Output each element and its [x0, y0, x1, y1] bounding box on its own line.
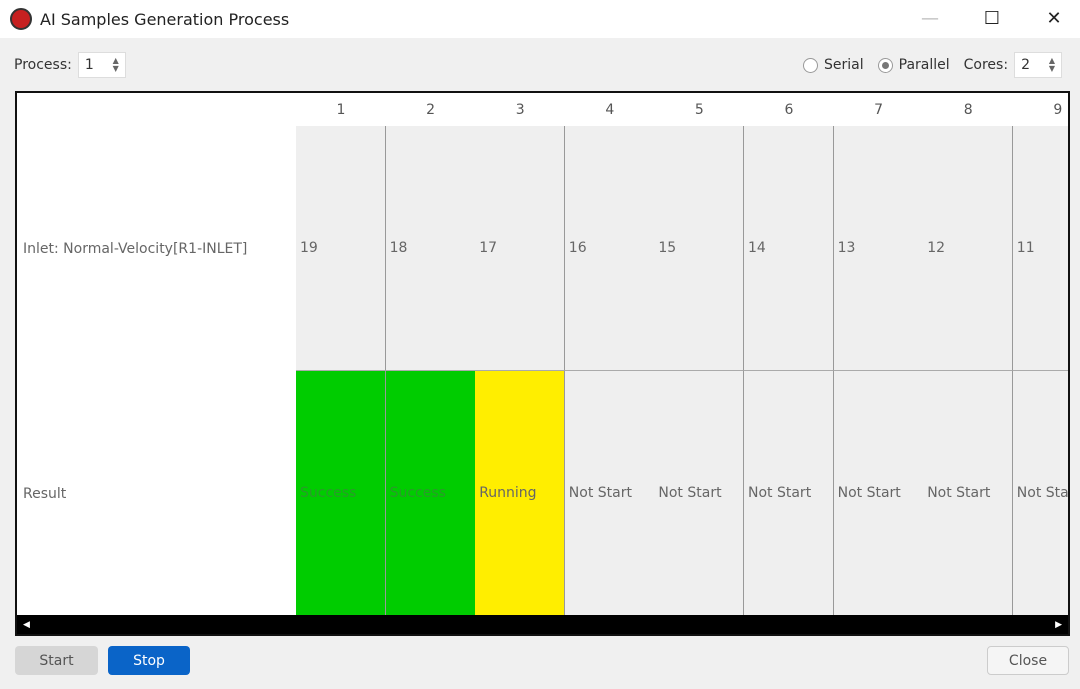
- process-spinbox[interactable]: 1 ▲ ▼: [77, 52, 126, 78]
- inlet-cell[interactable]: 15: [654, 126, 745, 371]
- row-label-result: Result: [23, 486, 67, 502]
- title-bar: AI Samples Generation Process — ☐ ✕: [0, 0, 1080, 38]
- result-cell[interactable]: Success: [385, 371, 476, 616]
- scroll-right-icon[interactable]: ▶: [1055, 620, 1062, 630]
- grid-column: 8 12 Not Start: [923, 93, 1014, 616]
- app-logo: [10, 8, 32, 30]
- serial-radio[interactable]: [803, 57, 818, 73]
- inlet-cell[interactable]: 13: [833, 126, 924, 371]
- inlet-cell[interactable]: 16: [564, 126, 655, 371]
- close-button[interactable]: Close: [987, 646, 1069, 675]
- grid-column: 7 13 Not Start: [833, 93, 924, 616]
- stop-button[interactable]: Stop: [108, 646, 190, 675]
- process-control: Process: 1 ▲ ▼: [14, 52, 126, 78]
- result-cell[interactable]: Not Start: [923, 371, 1014, 616]
- result-cell[interactable]: Not Start: [833, 371, 924, 616]
- cores-spinbox[interactable]: 2 ▲ ▼: [1014, 52, 1063, 78]
- grid-column: 3 17 Running: [475, 93, 566, 616]
- grid-column: 5 15 Not Start: [654, 93, 745, 616]
- inlet-cell[interactable]: 19: [296, 126, 386, 371]
- result-cell[interactable]: Not Start: [654, 371, 745, 616]
- maximize-button[interactable]: ☐: [972, 4, 1012, 32]
- start-button[interactable]: Start: [15, 646, 98, 675]
- minimize-button[interactable]: —: [910, 4, 950, 32]
- grid-column: 2 18 Success: [385, 93, 476, 616]
- cores-value: 2: [1021, 57, 1030, 73]
- grid-column: 1 19 Success: [296, 93, 386, 616]
- grid-column: 4 16 Not Start: [564, 93, 655, 616]
- column-header: 3: [515, 101, 525, 118]
- inlet-cell[interactable]: 14: [744, 126, 834, 371]
- inlet-cell[interactable]: 12: [923, 126, 1014, 371]
- column-header: 4: [605, 101, 615, 118]
- inlet-cell[interactable]: 17: [475, 126, 566, 371]
- close-window-button[interactable]: ✕: [1034, 4, 1074, 32]
- window-title: AI Samples Generation Process: [40, 9, 290, 29]
- samples-grid: Inlet: Normal-Velocity[R1-INLET] Result …: [15, 91, 1070, 636]
- result-cell[interactable]: Not Start: [744, 371, 834, 616]
- spin-arrows-icon[interactable]: ▲ ▼: [1049, 57, 1055, 73]
- column-header: 9: [1053, 101, 1063, 118]
- column-header: 7: [874, 101, 884, 118]
- result-cell[interactable]: Success: [296, 371, 386, 616]
- result-cell[interactable]: Running: [475, 371, 566, 616]
- spin-arrows-icon[interactable]: ▲ ▼: [113, 57, 119, 73]
- grid-column: 6 14 Not Start: [744, 93, 834, 616]
- serial-label: Serial: [824, 57, 864, 73]
- process-value: 1: [84, 57, 94, 73]
- inlet-cell[interactable]: 18: [385, 126, 476, 371]
- column-header: 8: [963, 101, 973, 118]
- parallel-label: Parallel: [898, 57, 950, 73]
- result-cell[interactable]: Not Start: [564, 371, 655, 616]
- parallel-radio[interactable]: [877, 57, 893, 73]
- horizontal-scrollbar[interactable]: ◀ ▶: [17, 615, 1068, 634]
- process-label: Process:: [14, 57, 72, 73]
- column-header: 1: [336, 101, 346, 118]
- column-header: 2: [426, 101, 436, 118]
- result-cell[interactable]: Not Start: [1012, 371, 1068, 616]
- scroll-left-icon[interactable]: ◀: [23, 620, 30, 630]
- cores-label: Cores:: [963, 57, 1009, 73]
- inlet-cell[interactable]: 11: [1012, 126, 1068, 371]
- mode-controls: Serial Parallel Cores: 2 ▲ ▼: [803, 52, 1063, 78]
- column-header: 5: [694, 101, 704, 118]
- row-label-inlet: Inlet: Normal-Velocity[R1-INLET]: [23, 241, 248, 257]
- grid-column: 9 11 Not Start: [1012, 93, 1068, 616]
- column-header: 6: [784, 101, 794, 118]
